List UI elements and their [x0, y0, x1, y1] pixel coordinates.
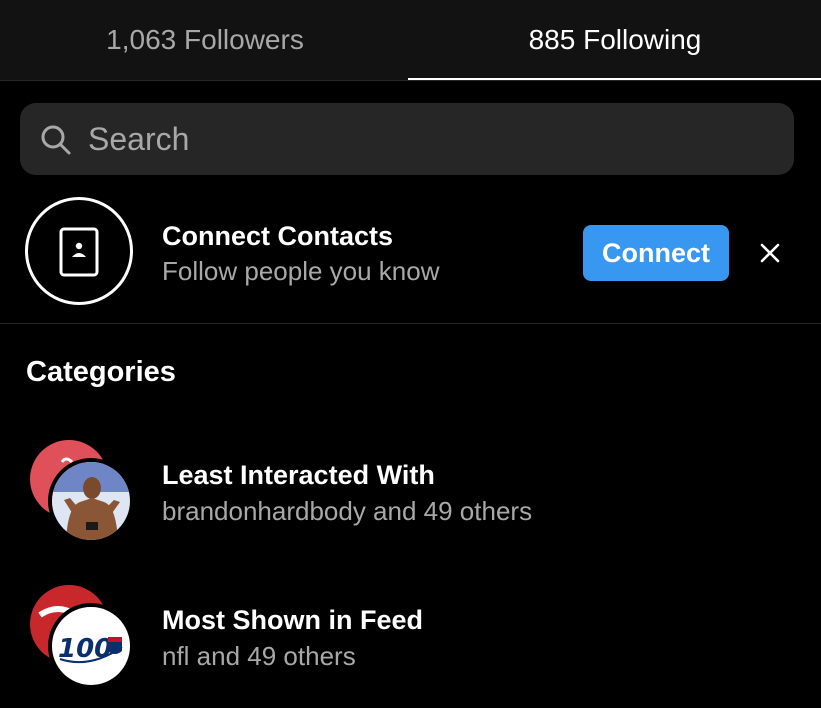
category-least-interacted[interactable]: Least Interacted With brandonhardbody an…: [0, 435, 821, 555]
nfl-100-logo: 100: [48, 603, 134, 689]
svg-text:100: 100: [58, 634, 112, 664]
category-title: Least Interacted With: [162, 460, 435, 490]
contact-book-icon: [25, 197, 133, 305]
search-input[interactable]: [88, 103, 778, 175]
avatar: [48, 458, 134, 544]
active-tab-indicator: [408, 78, 821, 80]
tab-following[interactable]: 885 Following: [410, 0, 820, 80]
close-icon[interactable]: [756, 239, 784, 267]
category-subtitle: brandonhardbody and 49 others: [162, 496, 533, 526]
search-icon: [40, 124, 72, 156]
tab-followers[interactable]: 1,063 Followers: [0, 0, 410, 80]
connect-contacts-row: Connect Contacts Follow people you know …: [0, 185, 821, 324]
connect-contacts-subtitle: Follow people you know: [162, 256, 440, 286]
category-subtitle: nfl and 49 others: [162, 641, 356, 671]
categories-heading: Categories: [26, 356, 176, 388]
category-title: Most Shown in Feed: [162, 605, 423, 635]
tab-bar: 1,063 Followers 885 Following: [0, 0, 821, 81]
search-bar[interactable]: [20, 103, 794, 175]
connect-contacts-title: Connect Contacts: [162, 221, 394, 251]
category-most-shown[interactable]: 100 Most Shown in Feed nfl and 49 others: [0, 580, 821, 700]
connect-button[interactable]: Connect: [583, 225, 729, 281]
